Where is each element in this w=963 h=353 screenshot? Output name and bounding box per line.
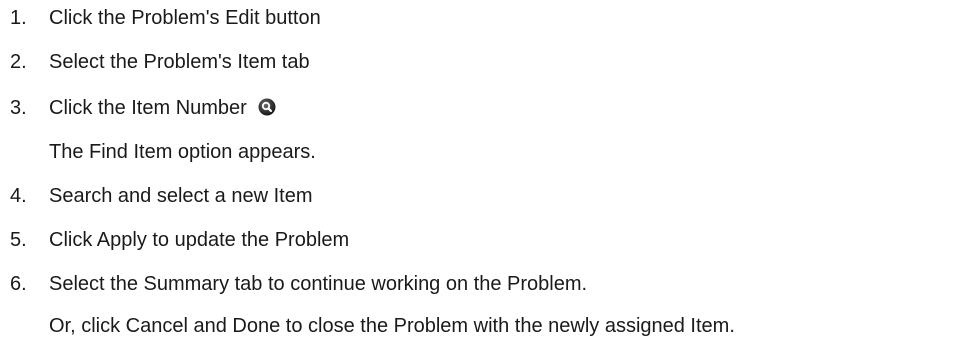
step-number: 1. (10, 7, 27, 29)
step-text: Click the Item Number (49, 97, 247, 119)
step-text: Select the Summary tab to continue worki… (49, 273, 588, 295)
step-number: 6. (10, 273, 27, 295)
step-number: 5. (10, 229, 27, 251)
search-icon (258, 98, 276, 116)
step-number: 3. (10, 97, 27, 119)
step-text: Click the Problem's Edit button (49, 7, 321, 29)
step-text: Search and select a new Item (49, 185, 313, 207)
step-text: Select the Problem's Item tab (49, 51, 310, 73)
step-text: Click Apply to update the Problem (49, 229, 350, 251)
step-number: 2. (10, 51, 27, 73)
instruction-steps: 1. Click the Problem's Edit button 2. Se… (0, 0, 963, 353)
step-note: The Find Item option appears. (49, 141, 316, 163)
step-number: 4. (10, 185, 27, 207)
step-note: Or, click Cancel and Done to close the P… (49, 315, 735, 337)
